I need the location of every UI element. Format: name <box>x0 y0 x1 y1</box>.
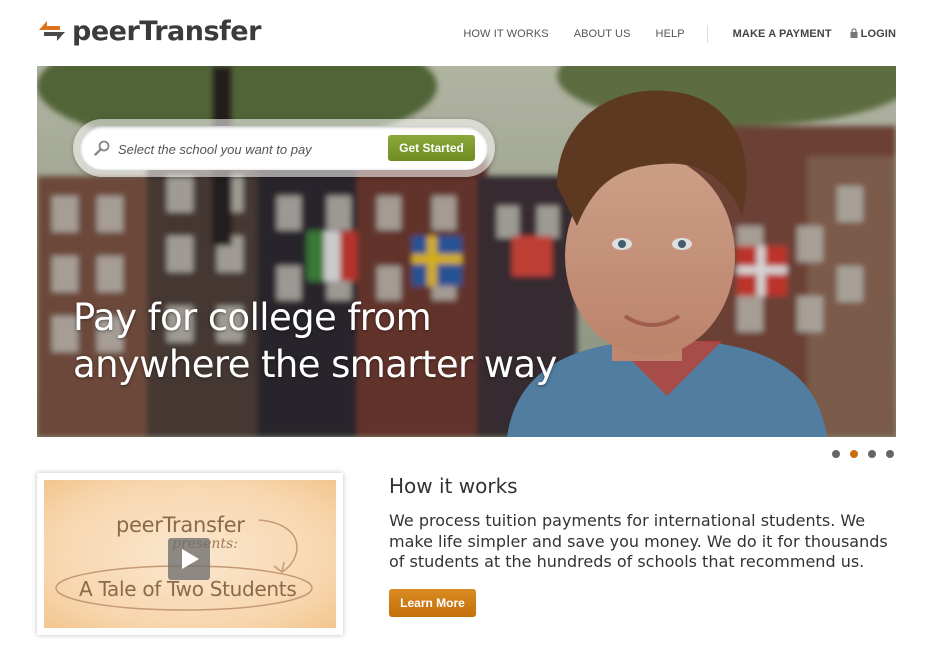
school-search-input[interactable] <box>118 139 378 159</box>
hero-headline-line2: anywhere the smarter way <box>73 343 557 386</box>
how-it-works-title: How it works <box>389 474 518 498</box>
play-button[interactable] <box>168 538 210 580</box>
video-brand: peerTransfer <box>116 513 245 537</box>
hero-banner: Get Started Pay for college from anywher… <box>37 66 896 437</box>
hero-headline-line1: Pay for college from <box>73 296 432 339</box>
get-started-button[interactable]: Get Started <box>388 135 475 161</box>
site-header: peerTransfer HOW IT WORKS ABOUT US HELP … <box>0 0 931 62</box>
play-icon <box>182 549 199 569</box>
how-it-works-body: We process tuition payments for internat… <box>389 511 888 571</box>
logo-arrows-icon <box>39 21 65 41</box>
logo-text: peerTransfer <box>72 15 261 47</box>
nav-login-label: LOGIN <box>860 28 896 40</box>
logo[interactable]: peerTransfer <box>36 14 261 48</box>
carousel-dot[interactable] <box>832 450 840 458</box>
search-box: Get Started <box>80 126 488 170</box>
carousel-dot-active[interactable] <box>850 450 858 458</box>
main-nav: HOW IT WORKS ABOUT US HELP MAKE A PAYMEN… <box>438 25 896 43</box>
nav-about-us[interactable]: ABOUT US <box>574 28 631 40</box>
nav-login[interactable]: LOGIN <box>850 28 896 40</box>
school-search: Get Started <box>73 119 495 177</box>
carousel-dot[interactable] <box>886 450 894 458</box>
hero-headline: Pay for college from anywhere the smarte… <box>73 294 633 388</box>
nav-help[interactable]: HELP <box>656 28 685 40</box>
lock-icon <box>850 28 858 38</box>
learn-more-button[interactable]: Learn More <box>389 589 476 617</box>
video-frame: peerTransfer presents: A Tale of Two Stu… <box>44 480 336 628</box>
search-icon <box>94 140 110 156</box>
nav-how-it-works[interactable]: HOW IT WORKS <box>463 28 548 40</box>
carousel-dot[interactable] <box>868 450 876 458</box>
nav-make-payment[interactable]: MAKE A PAYMENT <box>733 28 832 40</box>
carousel-dots <box>832 450 904 458</box>
video-title: A Tale of Two Students <box>79 577 297 601</box>
nav-divider <box>706 25 708 43</box>
video-thumbnail[interactable]: peerTransfer presents: A Tale of Two Stu… <box>37 473 343 635</box>
